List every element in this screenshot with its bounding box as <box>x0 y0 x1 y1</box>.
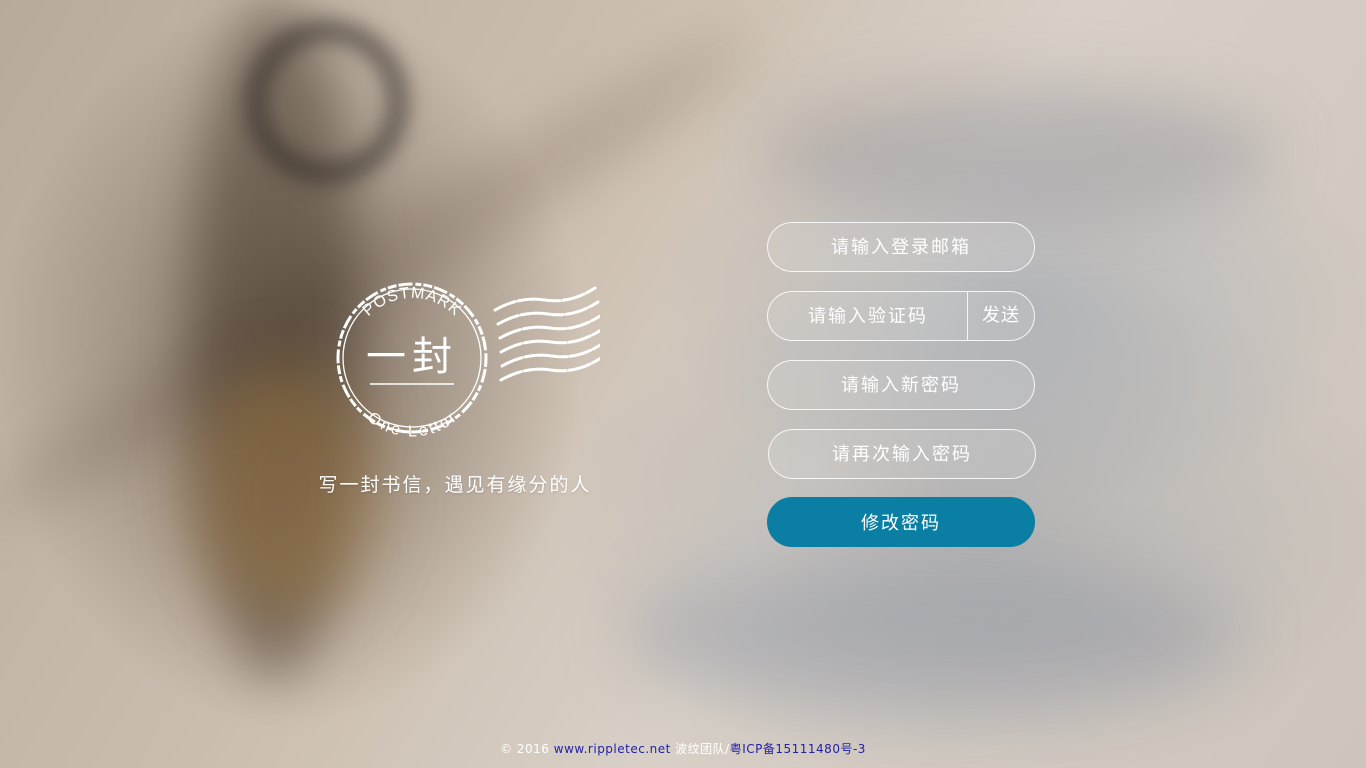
team-text: 波纹团队/ <box>675 742 730 756</box>
copyright-text: © 2016 <box>500 742 550 756</box>
ring-bottom-text: One Letter <box>364 409 460 440</box>
slogan-text: 写一封书信，遇见有缘分的人 <box>318 474 592 496</box>
new-password-input[interactable] <box>768 361 1034 409</box>
ring-top-text: POSTMARK <box>360 285 465 320</box>
icp-link[interactable]: 粤ICP备15111480号-3 <box>730 742 866 756</box>
background-decoration <box>760 80 1280 220</box>
verification-code-field[interactable]: 发送 <box>767 291 1035 341</box>
confirm-password-field[interactable] <box>768 429 1036 479</box>
postmark-logo: POSTMARK One Letter 一封 <box>330 280 600 440</box>
footer: © 2016 www.rippletec.net 波纹团队/粤ICP备15111… <box>0 740 1366 757</box>
email-input[interactable] <box>768 223 1034 271</box>
postmark-stamp-icon: POSTMARK One Letter 一封 <box>336 282 600 440</box>
confirm-password-input[interactable] <box>769 430 1035 478</box>
email-field[interactable] <box>767 222 1035 272</box>
logo-center-text: 一封 <box>366 334 458 380</box>
verification-code-input[interactable] <box>768 292 968 340</box>
background-decoration <box>245 20 409 184</box>
new-password-field[interactable] <box>767 360 1035 410</box>
site-link[interactable]: www.rippletec.net <box>554 742 671 756</box>
background-decoration <box>620 560 1240 710</box>
change-password-button[interactable]: 修改密码 <box>767 497 1035 547</box>
postmark-wave-lines <box>493 286 600 382</box>
send-code-button[interactable]: 发送 <box>967 292 1034 340</box>
